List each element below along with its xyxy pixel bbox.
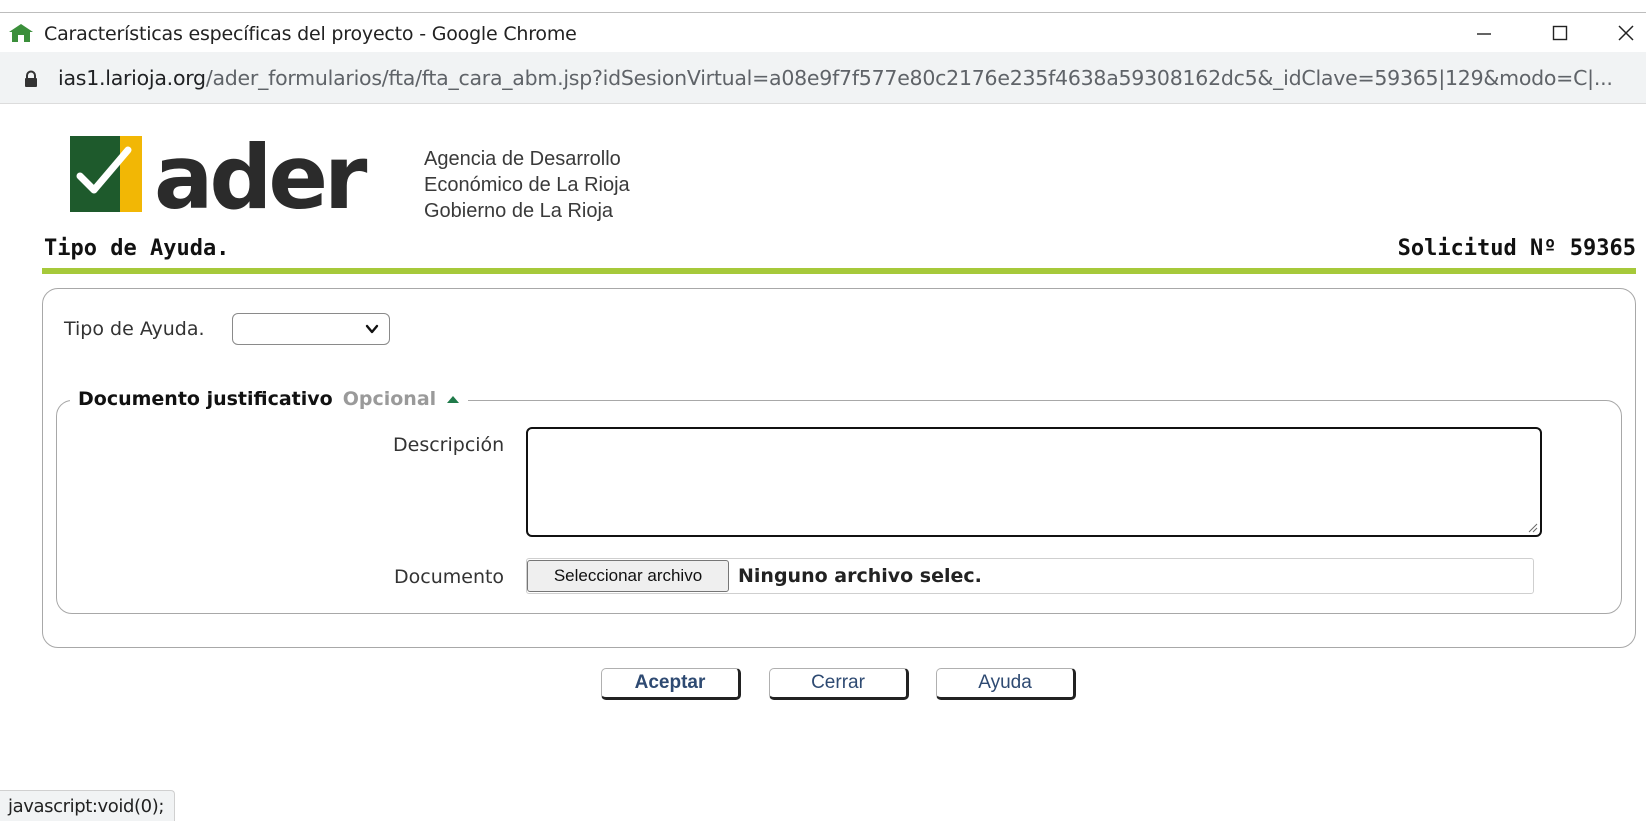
ayuda-button[interactable]: Ayuda [936, 668, 1076, 700]
ader-logo: ader [70, 136, 372, 214]
descripcion-label: Descripción [393, 434, 505, 456]
optional-label: Opcional [342, 388, 437, 410]
address-bar[interactable]: ias1.larioja.org/ader_formularios/fta/ft… [0, 52, 1646, 104]
maximize-icon [1552, 25, 1568, 41]
app-house-icon [9, 24, 33, 42]
maximize-button[interactable] [1530, 13, 1590, 53]
collapse-caret-icon[interactable] [446, 394, 460, 404]
select-file-button[interactable]: Seleccionar archivo [527, 560, 729, 592]
fieldset-legend[interactable]: Documento justificativo Opcional [70, 388, 469, 410]
minimize-button[interactable] [1454, 13, 1514, 53]
header-divider [42, 268, 1636, 274]
close-window-button[interactable] [1606, 13, 1646, 53]
resize-grip-icon[interactable] [1526, 521, 1538, 533]
cerrar-button[interactable]: Cerrar [769, 668, 909, 700]
url-text[interactable]: ias1.larioja.org/ader_formularios/fta/ft… [58, 66, 1613, 90]
aceptar-button[interactable]: Aceptar [601, 668, 741, 700]
tipo-ayuda-label: Tipo de Ayuda. [64, 318, 205, 340]
browser-window: Características específicas del proyecto… [0, 0, 1646, 821]
agency-name: Agencia de Desarrollo Económico de La Ri… [424, 146, 630, 224]
documento-label: Documento [394, 566, 505, 588]
lock-icon [25, 70, 37, 87]
descripcion-textarea[interactable] [526, 427, 1542, 537]
fieldset-title: Documento justificativo [78, 388, 333, 410]
agency-line-2: Económico de La Rioja [424, 174, 630, 196]
status-bar: javascript:void(0); [0, 790, 175, 821]
close-icon [1618, 25, 1634, 41]
url-path: /ader_formularios/fta/fta_cara_abm.jsp?i… [205, 66, 1613, 90]
solicitud-number: Solicitud Nº 59365 [1397, 236, 1636, 261]
agency-line-1: Agencia de Desarrollo [424, 148, 621, 170]
tipo-ayuda-select[interactable] [232, 313, 390, 345]
minimize-icon [1477, 33, 1491, 35]
page-title: Tipo de Ayuda. [44, 236, 230, 261]
agency-line-3: Gobierno de La Rioja [424, 200, 614, 222]
title-bar: Características específicas del proyecto… [0, 12, 1646, 52]
window-title: Características específicas del proyecto… [44, 23, 577, 45]
file-status-text: Ninguno archivo selec. [738, 565, 982, 587]
logo-wordmark: ader [154, 136, 368, 214]
chevron-down-icon [365, 324, 379, 334]
url-host: ias1.larioja.org [58, 66, 206, 90]
